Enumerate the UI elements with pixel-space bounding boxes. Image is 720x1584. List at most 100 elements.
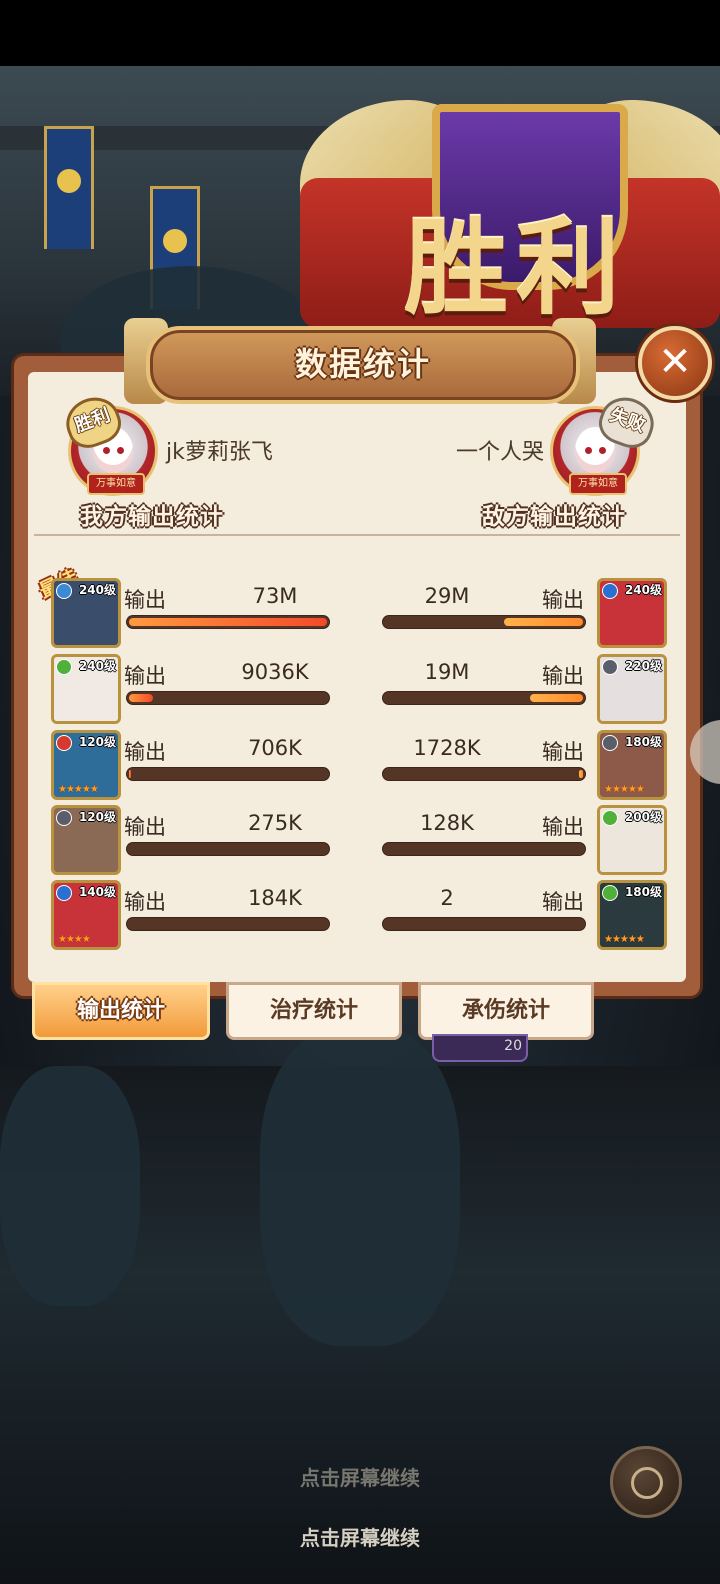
hero-star-rating: ★★★★ bbox=[58, 934, 91, 945]
speed-toggle-button[interactable] bbox=[610, 1446, 682, 1518]
right-damage-bar bbox=[383, 843, 585, 855]
hero-level: 140级 bbox=[78, 885, 116, 899]
left-hero-portrait[interactable]: 120级 bbox=[51, 805, 121, 875]
element-icon bbox=[56, 735, 72, 751]
stats-row: 240级 220级 输出 9036K 19M 输出 bbox=[0, 654, 720, 724]
hero-level: 200级 bbox=[624, 810, 662, 824]
panel-divider bbox=[34, 534, 680, 536]
right-damage-value: 1728K bbox=[413, 736, 481, 760]
left-damage-value: 73M bbox=[252, 584, 298, 608]
element-icon bbox=[602, 735, 618, 751]
hero-level: 240级 bbox=[624, 583, 662, 597]
stats-row: 240级 240级 输出 73M 29M 输出 bbox=[0, 578, 720, 648]
victory-banner-text: 胜利 bbox=[404, 206, 629, 329]
right-damage-bar bbox=[383, 768, 585, 780]
right-stat-label: 输出 bbox=[542, 664, 584, 688]
enemy-player-name: 一个人哭 bbox=[456, 440, 545, 465]
right-stat-label: 输出 bbox=[542, 588, 584, 612]
tap-to-continue[interactable]: 点击屏幕继续 bbox=[0, 1522, 720, 1551]
skill-count: 20 bbox=[504, 1038, 522, 1054]
hero-star-rating: ★★★★★ bbox=[604, 934, 645, 945]
hero-star-rating: ★★★★★ bbox=[604, 784, 645, 795]
panel-title: 数据统计 bbox=[294, 345, 431, 383]
stats-row: 120级 200级 输出 275K 128K 输出 bbox=[0, 805, 720, 875]
hero-level: 120级 bbox=[78, 810, 116, 824]
left-damage-bar bbox=[127, 918, 329, 930]
right-hero-portrait[interactable]: 180级 ★★★★★ bbox=[597, 730, 667, 800]
left-stat-label: 输出 bbox=[124, 890, 166, 914]
left-hero-portrait[interactable]: 240级 bbox=[51, 654, 121, 724]
right-damage-bar-fill bbox=[530, 694, 583, 702]
right-damage-bar bbox=[383, 918, 585, 930]
element-icon bbox=[56, 810, 72, 826]
left-stat-label: 输出 bbox=[124, 588, 166, 612]
element-icon bbox=[602, 885, 618, 901]
right-damage-bar-fill bbox=[579, 770, 583, 778]
hero-silhouette bbox=[260, 1026, 460, 1346]
right-hero-portrait[interactable]: 200级 bbox=[597, 805, 667, 875]
hero-level: 240级 bbox=[78, 583, 116, 597]
left-damage-bar bbox=[127, 768, 329, 780]
stats-row: 120级 ★★★★★ 180级 ★★★★★ 输出 706K 1728K 输出 bbox=[0, 730, 720, 800]
right-stat-label: 输出 bbox=[542, 890, 584, 914]
close-button[interactable]: ✕ bbox=[638, 326, 712, 400]
my-side-stats-label: 我方输出统计 bbox=[80, 504, 224, 530]
right-stat-label: 输出 bbox=[542, 740, 584, 764]
right-damage-bar bbox=[383, 616, 585, 628]
right-damage-value: 29M bbox=[424, 584, 470, 608]
avatar-eye bbox=[103, 447, 110, 454]
hero-level: 220级 bbox=[624, 659, 662, 673]
element-icon bbox=[602, 810, 618, 826]
element-icon bbox=[602, 659, 618, 675]
right-damage-value: 19M bbox=[424, 660, 470, 684]
hero-level: 180级 bbox=[624, 885, 662, 899]
avatar-eye bbox=[599, 447, 606, 454]
right-hero-portrait[interactable]: 180级 ★★★★★ bbox=[597, 880, 667, 950]
left-hero-portrait[interactable]: 240级 bbox=[51, 578, 121, 648]
element-icon bbox=[56, 659, 72, 675]
right-hero-portrait[interactable]: 240级 bbox=[597, 578, 667, 648]
arena-banner bbox=[44, 126, 94, 249]
tab-damage-taken-stats[interactable]: 承伤统计 bbox=[418, 982, 594, 1040]
hero-silhouette bbox=[0, 1066, 140, 1306]
left-damage-value: 706K bbox=[248, 736, 302, 760]
right-stat-label: 输出 bbox=[542, 815, 584, 839]
hero-level: 120级 bbox=[78, 735, 116, 749]
avatar-eye bbox=[117, 447, 124, 454]
left-stat-label: 输出 bbox=[124, 664, 166, 688]
stats-row: 140级 ★★★★ 180级 ★★★★★ 输出 184K 2 输出 bbox=[0, 880, 720, 950]
element-icon bbox=[602, 583, 618, 599]
left-damage-bar-fill bbox=[129, 618, 327, 626]
element-icon bbox=[56, 885, 72, 901]
left-stat-label: 输出 bbox=[124, 740, 166, 764]
blessing-tag: 万事如意 bbox=[87, 473, 145, 495]
left-damage-value: 275K bbox=[248, 811, 302, 835]
left-damage-value: 9036K bbox=[241, 660, 309, 684]
tab-damage-stats[interactable]: 输出统计 bbox=[32, 982, 210, 1040]
right-hero-portrait[interactable]: 220级 bbox=[597, 654, 667, 724]
hero-star-rating: ★★★★★ bbox=[58, 784, 99, 795]
left-damage-value: 184K bbox=[248, 886, 302, 910]
skill-count-badge: 20 bbox=[432, 1034, 528, 1062]
right-damage-value: 128K bbox=[420, 811, 474, 835]
left-hero-portrait[interactable]: 120级 ★★★★★ bbox=[51, 730, 121, 800]
avatar-eye bbox=[585, 447, 592, 454]
left-damage-bar bbox=[127, 616, 329, 628]
left-stat-label: 输出 bbox=[124, 815, 166, 839]
hero-level: 180级 bbox=[624, 735, 662, 749]
left-damage-bar-fill bbox=[129, 770, 131, 778]
blessing-tag: 万事如意 bbox=[569, 473, 627, 495]
element-icon bbox=[56, 583, 72, 599]
left-damage-bar bbox=[127, 692, 329, 704]
right-damage-bar-fill bbox=[504, 618, 583, 626]
tab-healing-stats[interactable]: 治疗统计 bbox=[226, 982, 402, 1040]
right-damage-value: 2 bbox=[440, 886, 454, 910]
right-damage-bar bbox=[383, 692, 585, 704]
left-damage-bar-fill bbox=[129, 694, 153, 702]
enemy-side-stats-label: 敌方输出统计 bbox=[482, 504, 626, 530]
hero-level: 240级 bbox=[78, 659, 116, 673]
my-player-name: jk萝莉张飞 bbox=[166, 440, 273, 465]
left-damage-bar bbox=[127, 843, 329, 855]
left-hero-portrait[interactable]: 140级 ★★★★ bbox=[51, 880, 121, 950]
title-plate: 数据统计 bbox=[146, 326, 580, 404]
